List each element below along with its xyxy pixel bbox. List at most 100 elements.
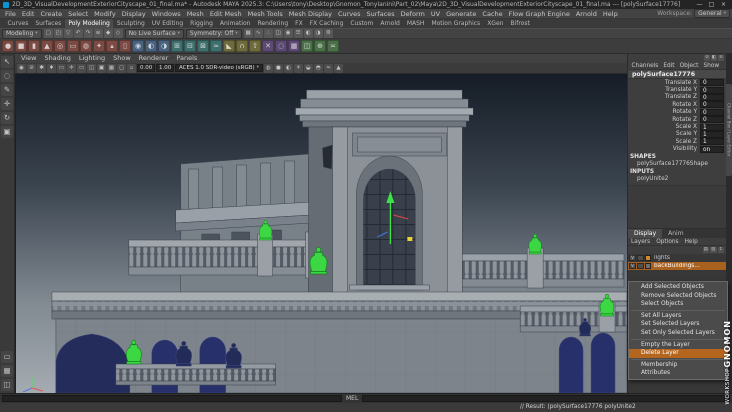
menu-item[interactable]: Edit Mesh — [207, 9, 245, 18]
command-language-toggle[interactable]: MEL — [344, 395, 360, 403]
live-surface-selector[interactable]: No Live Surface ▾ — [124, 28, 184, 39]
shelf-tab[interactable]: Animation — [216, 19, 254, 28]
layer-color-swatch[interactable] — [645, 254, 651, 261]
connect-icon[interactable]: ≍ — [327, 40, 339, 52]
channel-box-menu-item[interactable]: Show — [701, 62, 722, 69]
attribute-label[interactable]: Scale X — [628, 124, 700, 130]
menu-item-set-selected-layers[interactable]: Set Selected Layers — [629, 320, 727, 329]
safe-title-icon[interactable]: ▫ — [127, 63, 136, 73]
viewport-menu-item[interactable]: Shading — [40, 54, 74, 63]
poly-pyramid-icon[interactable]: ▴ — [106, 40, 118, 52]
snap-curve-icon[interactable]: ∿ — [253, 29, 263, 38]
attribute-value[interactable]: on — [700, 145, 724, 153]
poly-torus-icon[interactable]: ◎ — [54, 40, 66, 52]
menu-item[interactable]: Curves — [335, 9, 364, 18]
close-button[interactable]: × — [718, 0, 729, 9]
layer-color-swatch[interactable] — [645, 262, 651, 269]
camera-attributes-icon[interactable]: ✱ — [37, 63, 46, 73]
safe-action-icon[interactable]: ◻ — [117, 63, 126, 73]
attribute-label[interactable]: Scale Y — [628, 131, 700, 137]
shelf-tab[interactable]: FX — [292, 19, 307, 28]
shaded-icon[interactable]: ● — [273, 63, 283, 73]
ipr-render-icon[interactable]: ◑ — [313, 29, 323, 38]
viewport-menu-item[interactable]: Show — [109, 54, 135, 63]
viewport-menu-item[interactable]: Renderer — [135, 54, 173, 63]
command-input[interactable] — [2, 395, 342, 402]
target-weld-icon[interactable]: ◌ — [275, 40, 287, 52]
snap-plane-icon[interactable]: ◫ — [273, 29, 283, 38]
shelf-tab[interactable]: Custom — [347, 19, 377, 28]
bookmark-icon[interactable]: ♦ — [47, 63, 56, 73]
menu-item-empty-the-layer[interactable]: Empty the Layer — [629, 341, 727, 350]
lock-camera-icon[interactable]: ⊘ — [27, 63, 36, 73]
input-node-name[interactable]: polyUnite2 — [628, 176, 726, 183]
menu-item-select-objects[interactable]: Select Objects — [629, 300, 727, 309]
layer-visibility-toggle[interactable]: V — [629, 262, 636, 270]
layer-editor-tab[interactable]: Display — [628, 228, 663, 238]
channel-box-dock-tab[interactable]: Channel Box / Layer Editor — [726, 84, 732, 176]
shelf-tab[interactable]: Rendering — [254, 19, 292, 28]
selected-object-name[interactable]: polySurface17776 — [628, 70, 726, 79]
menu-item[interactable]: Arnold — [573, 9, 600, 18]
shelf-tab[interactable]: XGen — [484, 19, 507, 28]
shadows-icon[interactable]: ◒ — [303, 63, 313, 73]
bevel-icon[interactable]: ◣ — [223, 40, 235, 52]
gate-mask-icon[interactable]: ▣ — [97, 63, 106, 73]
maximize-button[interactable]: □ — [706, 0, 717, 9]
attribute-value[interactable]: 1 — [700, 138, 724, 146]
select-object-mode-icon[interactable]: ◆ — [103, 29, 113, 38]
attribute-label[interactable]: Rotate X — [628, 102, 700, 108]
attribute-value[interactable]: 0 — [700, 86, 724, 94]
gamma-field[interactable]: 1.00 — [156, 64, 174, 72]
shelf-tab[interactable]: FX Caching — [306, 19, 347, 28]
shelf-tab[interactable]: UV Editing — [148, 19, 186, 28]
layer-row[interactable]: V lights — [628, 254, 726, 262]
four-pane-layout-icon[interactable]: ▦ — [1, 365, 13, 377]
workspace-selector[interactable]: General ▾ — [694, 9, 730, 18]
attribute-label[interactable]: Scale Z — [628, 139, 700, 145]
sort-layers-button-icon[interactable]: ↕ — [717, 246, 724, 254]
motion-blur-icon[interactable]: ≈ — [323, 63, 333, 73]
shape-node-name[interactable]: polySurface17776Shape — [628, 161, 726, 168]
layer-editor-tab[interactable]: Anim — [662, 229, 689, 238]
scale-tool-icon[interactable]: ▣ — [1, 126, 13, 138]
film-gate-icon[interactable]: ▭ — [77, 63, 86, 73]
layer-row[interactable]: V backBuildings... — [628, 261, 726, 270]
two-pane-layout-icon[interactable]: ◫ — [1, 379, 13, 391]
render-settings-icon[interactable]: ⚙ — [323, 29, 333, 38]
merge-icon[interactable]: ⊕ — [314, 40, 326, 52]
file-save-icon[interactable]: ▽ — [63, 29, 73, 38]
menu-item[interactable]: Help — [600, 9, 621, 18]
quad-draw-icon[interactable]: ▦ — [288, 40, 300, 52]
2d-pan-zoom-icon[interactable]: ✛ — [67, 63, 76, 73]
menu-item[interactable]: Mesh — [184, 9, 207, 18]
minimize-button[interactable]: — — [694, 0, 705, 9]
layer-playback-toggle[interactable] — [637, 262, 644, 270]
menu-item[interactable]: Mesh Display — [286, 9, 335, 18]
shelf-tab[interactable]: Arnold — [377, 19, 403, 28]
layer-editor-menu-item[interactable]: Options — [653, 238, 681, 245]
lighting-icon[interactable]: ☀ — [293, 63, 303, 73]
move-tool-icon[interactable]: ✛ — [1, 98, 13, 110]
image-plane-icon[interactable]: ▭ — [57, 63, 66, 73]
select-component-mode-icon[interactable]: ◇ — [113, 29, 123, 38]
color-space-selector[interactable]: ACES 1.0 SDR-video (sRGB) ▾ — [175, 64, 263, 72]
file-new-icon[interactable]: ▢ — [43, 29, 53, 38]
snap-point-icon[interactable]: ∴ — [263, 29, 273, 38]
separate-icon[interactable]: ⊟ — [184, 40, 196, 52]
poly-cylinder-icon[interactable]: ▮ — [28, 40, 40, 52]
channel-manip-off-icon[interactable]: ⊘ — [704, 55, 710, 61]
shelf-tab[interactable]: MASH — [403, 19, 428, 28]
bridge-icon[interactable]: ∩ — [236, 40, 248, 52]
combine-icon[interactable]: ⊞ — [171, 40, 183, 52]
menu-item-add-selected-objects[interactable]: Add Selected Objects — [629, 283, 727, 292]
menu-item-delete-layer[interactable]: Delete Layer — [629, 349, 727, 358]
extract-icon[interactable]: ⊠ — [197, 40, 209, 52]
layer-visibility-toggle[interactable]: V — [629, 254, 636, 262]
attribute-label[interactable]: Rotate Z — [628, 117, 700, 123]
poly-cube-icon[interactable]: ■ — [15, 40, 27, 52]
select-tool-icon[interactable]: ↖ — [1, 56, 13, 68]
exposure-field[interactable]: 0.00 — [137, 64, 155, 72]
channel-box-menu-item[interactable]: Object — [677, 62, 701, 69]
viewport-menu-item[interactable]: Lighting — [75, 54, 109, 63]
